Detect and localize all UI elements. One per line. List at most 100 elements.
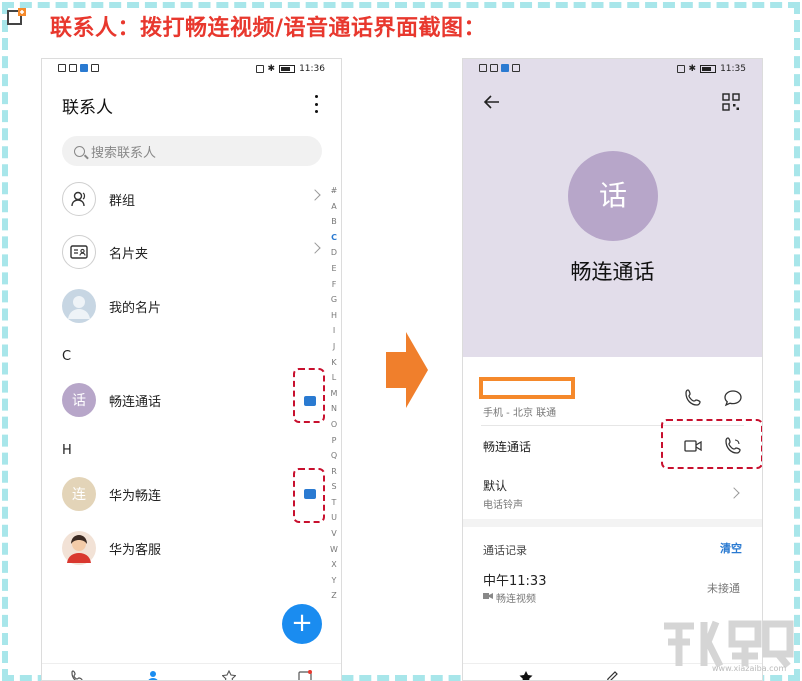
ringtone-sub: 电话铃声 xyxy=(483,500,523,511)
service-avatar-icon xyxy=(62,531,96,565)
video-small-icon xyxy=(483,593,493,599)
status-time: 11:36 xyxy=(299,64,325,74)
contact-avatar: 话 xyxy=(62,383,96,417)
index-letter[interactable]: J xyxy=(329,339,339,355)
business-cards-label: 名片夹 xyxy=(109,246,149,262)
status-bar: ✱ 11:36 xyxy=(42,59,341,81)
my-card-row[interactable]: 我的名片 xyxy=(62,286,327,326)
index-letter[interactable]: G xyxy=(329,292,339,308)
index-letter[interactable]: W xyxy=(329,542,339,558)
log-type: 畅连视频 xyxy=(496,594,536,605)
index-letter[interactable]: S xyxy=(329,479,339,495)
edit-pencil-icon[interactable] xyxy=(605,670,619,681)
contacts-tab-icon[interactable] xyxy=(146,670,160,681)
groups-row[interactable]: 群组 xyxy=(62,179,327,219)
index-letter[interactable]: T xyxy=(329,495,339,511)
clear-log-button[interactable]: 清空 xyxy=(720,540,742,556)
contact-huawei-changlian[interactable]: 连 华为畅连 xyxy=(62,474,327,514)
add-to-frame-icon xyxy=(7,8,26,25)
chevron-right-icon xyxy=(309,242,321,254)
index-letter[interactable]: C xyxy=(329,230,339,246)
card-holder-icon xyxy=(62,235,96,269)
index-letter[interactable]: R xyxy=(329,464,339,480)
wifi-icon xyxy=(490,64,498,72)
index-letter[interactable]: P xyxy=(329,433,339,449)
index-letter[interactable]: F xyxy=(329,277,339,293)
index-letter[interactable]: B xyxy=(329,214,339,230)
log-status: 未接通 xyxy=(707,582,740,595)
ringtone-label: 默认 xyxy=(483,479,508,493)
back-arrow-icon[interactable] xyxy=(483,93,501,111)
redacted-number-box xyxy=(479,377,575,399)
index-letter[interactable]: Y xyxy=(329,573,339,589)
contact-changlian-call[interactable]: 话 畅连通话 xyxy=(62,380,327,420)
index-letter[interactable]: Z xyxy=(329,588,339,604)
add-contact-button[interactable]: + xyxy=(282,604,322,644)
index-letter[interactable]: U xyxy=(329,510,339,526)
log-time: 中午11:33 xyxy=(483,574,547,589)
index-letter[interactable]: I xyxy=(329,323,339,339)
search-icon xyxy=(74,145,85,157)
watermark-url: www.xiazaiba.com xyxy=(712,664,787,673)
index-letter[interactable]: X xyxy=(329,557,339,573)
search-input[interactable]: 搜索联系人 xyxy=(62,136,322,166)
alphabet-index[interactable]: # A B C D E F G H I J K L M N O P Q R S T U V W X Y Z xyxy=(329,183,339,604)
index-letter[interactable]: K xyxy=(329,355,339,371)
chevron-right-icon xyxy=(309,189,321,201)
contact-name: 畅连通话 xyxy=(109,394,162,410)
status-bar: ✱ 11:35 xyxy=(463,59,762,81)
index-letter[interactable]: A xyxy=(329,199,339,215)
my-card-label: 我的名片 xyxy=(109,300,162,316)
status-time: 11:35 xyxy=(720,64,746,74)
sim-icon xyxy=(58,64,66,72)
default-avatar-icon xyxy=(62,289,96,323)
index-letter[interactable]: V xyxy=(329,526,339,542)
highlight-box xyxy=(661,419,762,469)
page-title: 联系人：拨打畅连视频/语音通话界面截图： xyxy=(50,16,487,41)
index-letter[interactable]: M xyxy=(329,386,339,402)
bluetooth-icon: ✱ xyxy=(267,64,276,74)
index-letter[interactable]: H xyxy=(329,308,339,324)
battery-icon xyxy=(700,65,717,73)
contact-huawei-service[interactable]: 华为客服 xyxy=(62,528,327,568)
groups-label: 群组 xyxy=(109,193,136,209)
index-letter[interactable]: L xyxy=(329,370,339,386)
index-letter[interactable]: Q xyxy=(329,448,339,464)
chevron-right-icon[interactable] xyxy=(728,487,740,499)
messages-tab-icon[interactable] xyxy=(298,670,312,681)
index-letter[interactable]: D xyxy=(329,245,339,261)
wifi-icon xyxy=(69,64,77,72)
section-header-c: C xyxy=(62,349,72,364)
call-log-title: 通话记录 xyxy=(483,544,527,557)
bottom-nav xyxy=(42,663,341,681)
search-placeholder: 搜索联系人 xyxy=(91,145,157,161)
nfc-icon xyxy=(676,65,685,73)
qr-code-icon[interactable] xyxy=(722,93,740,111)
contact-name: 华为客服 xyxy=(109,542,162,558)
contact-avatar: 连 xyxy=(62,477,96,511)
index-letter[interactable]: E xyxy=(329,261,339,277)
cloud-icon xyxy=(512,64,520,72)
cloud-icon xyxy=(91,64,99,72)
index-letter[interactable]: O xyxy=(329,417,339,433)
highlight-box xyxy=(293,368,325,423)
section-gap xyxy=(463,519,762,527)
number-location: 手机 - 北京 联通 xyxy=(483,408,557,419)
highlight-box xyxy=(293,468,325,523)
phone-tab-icon[interactable] xyxy=(70,670,84,681)
battery-icon xyxy=(279,65,296,73)
voice-call-icon[interactable] xyxy=(684,389,702,407)
contact-detail-screen: ✱ 11:35 话 畅连通话 手机 - 北京 联通 畅连通话 默认 电话铃声 通… xyxy=(462,58,763,681)
index-letter[interactable]: # xyxy=(329,183,339,199)
changlian-call-label: 畅连通话 xyxy=(483,440,532,454)
favorites-tab-icon[interactable] xyxy=(222,670,236,681)
message-icon[interactable] xyxy=(724,389,742,407)
favorite-star-icon[interactable] xyxy=(519,670,533,681)
nfc-icon xyxy=(255,65,264,73)
next-step-arrow-icon xyxy=(386,332,428,408)
contacts-screen: ✱ 11:36 联系人 搜索联系人 群组 名片夹 我的名片 C 话 畅连通话 H xyxy=(41,58,342,681)
more-menu-icon[interactable] xyxy=(313,95,319,113)
index-letter[interactable]: N xyxy=(329,401,339,417)
app-notification-icon xyxy=(80,64,88,72)
business-cards-row[interactable]: 名片夹 xyxy=(62,232,327,272)
